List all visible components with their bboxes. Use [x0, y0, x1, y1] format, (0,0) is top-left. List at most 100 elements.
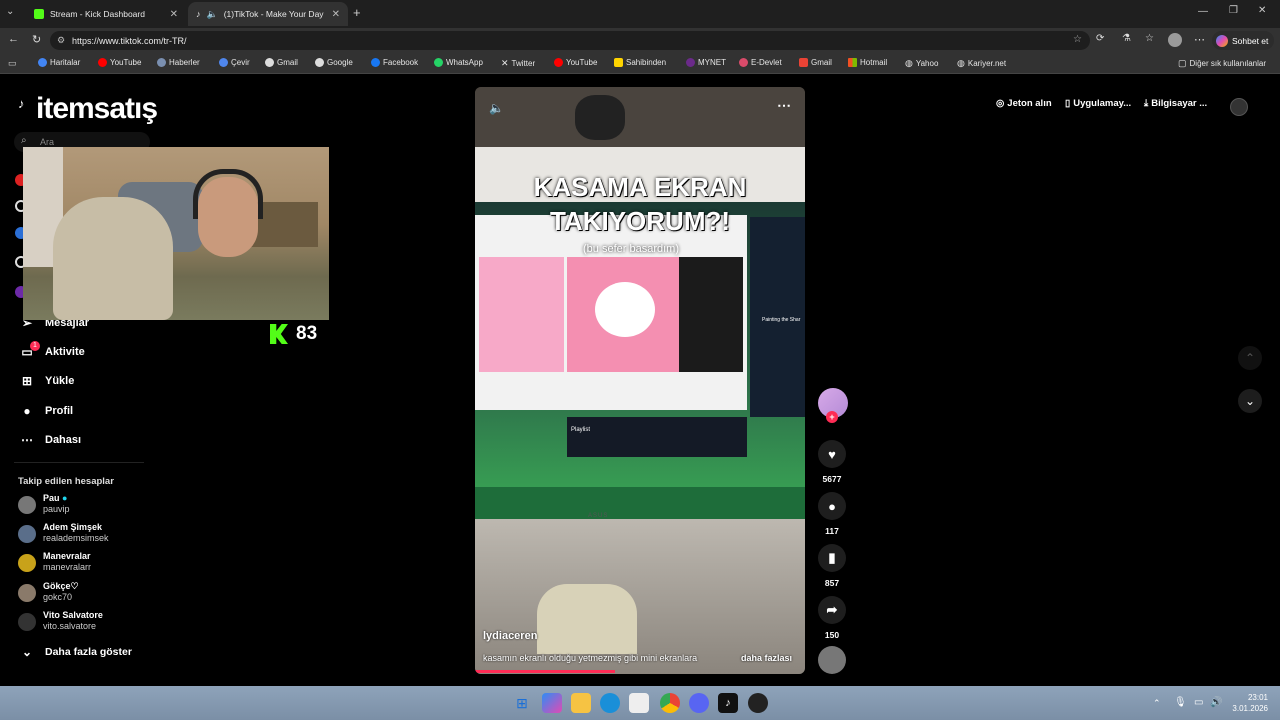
chevron-down-icon: ⌄: [21, 645, 33, 659]
close-tab-icon[interactable]: ✕: [170, 9, 178, 20]
share-icon: ➦: [818, 596, 846, 624]
screen-art-left: [479, 257, 564, 372]
get-app-button[interactable]: ▯ Uygulamay...: [1065, 98, 1131, 109]
windows-start-icon[interactable]: ⊞: [512, 693, 532, 713]
address-bar[interactable]: ⚙ https://www.tiktok.com/tr-TR/ ☆: [50, 31, 1090, 50]
close-tab-icon[interactable]: ✕: [332, 9, 340, 20]
prev-video-button[interactable]: ⌃: [1238, 346, 1262, 370]
split-icon[interactable]: ⚗: [1122, 33, 1131, 44]
close-window-icon[interactable]: ✕: [1258, 5, 1266, 16]
back-icon[interactable]: ←: [8, 33, 19, 45]
obs-icon[interactable]: [748, 693, 768, 713]
share-button[interactable]: ➦ 150: [818, 596, 846, 640]
user-avatar[interactable]: [1230, 98, 1248, 116]
microphone-icon[interactable]: 🎙: [1174, 697, 1187, 708]
network-icon[interactable]: ▭: [1194, 697, 1203, 708]
video-player[interactable]: Playlist Painting the Shar ASUS KASAMA E…: [475, 87, 805, 674]
more-link[interactable]: daha fazlası: [741, 653, 792, 663]
pc-case: [475, 519, 805, 674]
bookmark-item[interactable]: Haritalar: [38, 58, 80, 67]
coin-icon: ◎: [996, 98, 1005, 109]
asus-logo: ASUS: [588, 513, 609, 519]
bookmark-item[interactable]: Haberler: [157, 58, 200, 67]
bookmark-item[interactable]: Sahibinden: [614, 58, 666, 67]
bookmark-item[interactable]: ◍ Yahoo: [905, 58, 938, 69]
tab-kick[interactable]: Stream - Kick Dashboard ✕: [26, 2, 186, 26]
comment-button[interactable]: ● 117: [818, 492, 846, 536]
like-button[interactable]: ♥ 5677: [818, 440, 846, 484]
favorites-icon[interactable]: ☆: [1145, 33, 1154, 44]
divider: [14, 462, 144, 463]
bookmark-item[interactable]: Google: [315, 58, 353, 67]
tray-chevron-icon[interactable]: ⌃: [1153, 698, 1161, 709]
search-placeholder: Ara: [40, 137, 55, 147]
bookmark-item[interactable]: Çevir: [219, 58, 250, 67]
profile-avatar[interactable]: [1168, 33, 1182, 47]
copilot-chat-button[interactable]: Sohbet et: [1212, 31, 1274, 50]
refresh-icon[interactable]: ↻: [32, 33, 41, 46]
maximize-icon[interactable]: ❐: [1229, 5, 1238, 16]
copilot-label: Sohbet et: [1232, 35, 1269, 46]
edge-icon[interactable]: [600, 693, 620, 713]
get-coins-button[interactable]: ◎ Jeton alın: [996, 98, 1052, 109]
extensions-icon[interactable]: ⟳: [1096, 33, 1104, 44]
show-more-button[interactable]: ⌄ Daha fazla göster: [20, 645, 132, 659]
other-bookmarks[interactable]: ▢ Diğer sık kullanılanlar: [1178, 58, 1266, 69]
file-explorer-icon[interactable]: [571, 693, 591, 713]
globe-icon: ◍: [957, 58, 965, 68]
discord-icon[interactable]: [689, 693, 709, 713]
bookmark-item[interactable]: MYNET: [686, 58, 726, 67]
microsoft-icon: [848, 58, 857, 67]
screen-side-panel: Painting the Shar: [750, 217, 805, 417]
bookmark-item[interactable]: WhatsApp: [434, 58, 483, 67]
sidebar-item-more[interactable]: ⋯ Dahası: [20, 433, 81, 447]
bookmark-item[interactable]: Gmail: [265, 58, 298, 67]
upload-icon: ⊞: [21, 374, 33, 388]
bookmark-item[interactable]: Gmail: [799, 58, 832, 67]
video-more-icon[interactable]: ⋯: [777, 97, 791, 114]
following-account[interactable]: Vito Salvatore vito.salvatore: [18, 610, 103, 632]
following-account[interactable]: Gökçe♡ gokc70: [18, 581, 79, 603]
chevron-up-icon: ⌃: [1244, 351, 1256, 365]
bookmark-item[interactable]: Hotmail: [848, 58, 887, 67]
desktop-app-button[interactable]: ⤓ Bilgisayar ...: [1144, 98, 1207, 109]
sidebar-item-upload[interactable]: ⊞ Yükle: [20, 374, 74, 388]
mute-icon[interactable]: 🔈: [489, 101, 504, 115]
speaker-icon[interactable]: 🔈: [207, 9, 218, 20]
volume-icon[interactable]: 🔊: [1210, 697, 1222, 708]
creator-avatar[interactable]: +: [818, 388, 848, 423]
follow-plus-icon[interactable]: +: [826, 411, 838, 423]
minimize-icon[interactable]: —: [1198, 6, 1208, 17]
chrome-icon[interactable]: [660, 693, 680, 713]
clock[interactable]: 23:01 3.01.2026: [1230, 692, 1268, 714]
more-menu-icon[interactable]: ⋯: [1194, 33, 1205, 46]
next-video-button[interactable]: ⌄: [1238, 389, 1262, 413]
following-account[interactable]: Adem Şimşek realademsimsek: [18, 522, 109, 544]
video-author[interactable]: lydiaceren: [483, 630, 537, 642]
google-icon: [315, 58, 324, 67]
video-caption-title: KASAMA EKRAN TAKIYORUM?!: [533, 172, 747, 236]
tab-tiktok[interactable]: ♪ 🔈 (1)TikTok - Make Your Day ✕: [188, 2, 348, 26]
new-tab-icon[interactable]: +: [353, 5, 361, 20]
bookmark-item[interactable]: YouTube: [554, 58, 597, 67]
bookmark-item[interactable]: E-Devlet: [739, 58, 782, 67]
bookmark-item[interactable]: ✕ Twitter: [501, 58, 535, 69]
bookmark-item[interactable]: YouTube: [98, 58, 141, 67]
collections-icon[interactable]: ▭: [8, 58, 17, 69]
tiktok-logo-icon[interactable]: ♪: [18, 96, 25, 111]
following-account[interactable]: Pau ● pauvip: [18, 493, 70, 515]
favorite-star-icon[interactable]: ☆: [1073, 34, 1082, 45]
tab-list-chevron-icon[interactable]: ⌄: [6, 6, 14, 17]
save-button[interactable]: ▮ 857: [818, 544, 846, 588]
copilot-icon[interactable]: [542, 693, 562, 713]
tiktok-app-icon[interactable]: ♪: [718, 693, 738, 713]
sidebar-item-profile[interactable]: ● Profil: [20, 404, 73, 418]
bookmark-item[interactable]: Facebook: [371, 58, 418, 67]
bookmark-item[interactable]: ◍ Kariyer.net: [957, 58, 1006, 69]
store-icon[interactable]: [629, 693, 649, 713]
following-account[interactable]: Manevralar manevralarr: [18, 551, 91, 573]
video-progress-bar[interactable]: [475, 670, 615, 673]
site-info-icon[interactable]: ⚙: [57, 35, 65, 46]
x-icon: ✕: [501, 58, 509, 68]
music-disc[interactable]: [818, 646, 846, 674]
